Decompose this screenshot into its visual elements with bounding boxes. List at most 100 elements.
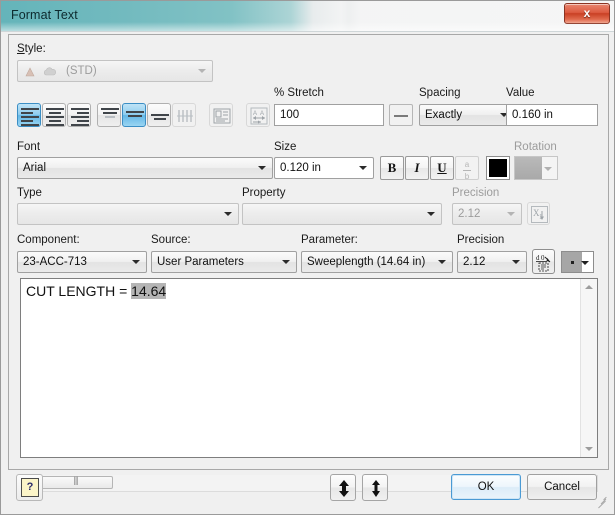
insert-parameter-button[interactable]: d 0: [532, 249, 555, 274]
align-middle-button[interactable]: [122, 103, 146, 127]
component-combo[interactable]: 23-ACC-713: [17, 251, 147, 273]
chevron-down-icon: [427, 212, 435, 216]
chevron-down-icon: [507, 212, 515, 216]
chevron-down-icon: [282, 260, 290, 264]
chevron-down-icon: [224, 212, 232, 216]
stretch-button: A A: [246, 103, 270, 127]
parameter-label: Parameter:: [301, 234, 358, 246]
align-middle-icon: [126, 111, 144, 127]
style-combo[interactable]: (STD): [17, 60, 213, 82]
precision-lower-value: 2.12: [463, 256, 486, 268]
precision-lower-combo[interactable]: 2.12: [457, 251, 527, 273]
align-left-button[interactable]: [17, 103, 41, 127]
text-frame-icon: [213, 108, 231, 124]
editor-text-selected: 14.64: [131, 283, 167, 299]
stack-fraction-button: a b: [455, 156, 479, 181]
spacing-label: Spacing: [419, 87, 461, 99]
text-color-button[interactable]: [486, 156, 510, 180]
precision-insert-button: X 1: [527, 202, 550, 225]
chevron-down-icon: [512, 260, 520, 264]
precision-upper-label: Precision: [452, 187, 500, 199]
move-down-button[interactable]: [362, 474, 388, 501]
stretch-input[interactable]: 100: [274, 104, 384, 126]
minus-icon: [394, 115, 408, 117]
bold-button[interactable]: B: [380, 156, 404, 180]
type-combo[interactable]: [17, 203, 239, 225]
align-left-icon: [21, 108, 39, 126]
align-center-icon: [46, 108, 64, 126]
style-value: (STD): [66, 65, 97, 77]
size-label: Size: [274, 141, 297, 153]
question-mark-icon: ?: [21, 478, 39, 497]
align-right-icon: [71, 108, 89, 126]
text-editor[interactable]: CUT LENGTH = 14.64: [20, 278, 598, 458]
ok-button[interactable]: OK: [451, 474, 521, 500]
italic-button[interactable]: I: [405, 156, 429, 180]
svg-text:0: 0: [541, 254, 545, 262]
property-combo[interactable]: [242, 203, 442, 225]
value-input[interactable]: 0.160 in: [506, 104, 598, 126]
parameter-value: Sweeplength (14.64 in): [307, 256, 426, 268]
size-value: 0.120 in: [280, 162, 321, 174]
spacing-separator-button[interactable]: [389, 104, 413, 126]
dialog-body: Style: (STD) A A % Stretch 100 Spacing E…: [8, 34, 609, 492]
insert-symbol-icon: X 1: [531, 206, 548, 223]
style-triangle-icon: [25, 67, 35, 77]
component-value: 23-ACC-713: [23, 256, 87, 268]
source-label: Source:: [151, 234, 191, 246]
scroll-up-arrow-icon[interactable]: [581, 279, 597, 295]
precision-upper-value: 2.12: [458, 208, 481, 220]
scroll-down-arrow-icon[interactable]: [581, 441, 597, 457]
resize-grip[interactable]: [594, 494, 607, 509]
source-value: User Parameters: [157, 256, 244, 268]
align-top-icon: [101, 108, 119, 124]
align-bottom-button[interactable]: [147, 103, 171, 127]
align-top-button[interactable]: [97, 103, 121, 127]
font-label: Font: [17, 141, 41, 153]
stretch-arrows-icon: A A: [250, 107, 268, 125]
distribute-icon: [177, 110, 193, 122]
chevron-down-icon: [132, 260, 140, 264]
chevron-down-icon: [581, 261, 589, 265]
chevron-down-icon: [198, 69, 206, 73]
insert-dimension-icon: d 0: [536, 254, 551, 272]
size-combo[interactable]: 0.120 in: [274, 157, 374, 179]
cancel-button[interactable]: Cancel: [527, 474, 597, 500]
chevron-down-icon: [359, 166, 367, 170]
align-right-button[interactable]: [67, 103, 91, 127]
help-button[interactable]: ?: [16, 474, 43, 501]
type-label: Type: [17, 187, 42, 199]
text-wrap-button: [209, 103, 233, 127]
move-up-button[interactable]: [330, 474, 356, 501]
rotation-preview: [515, 157, 542, 179]
stretch-label: % Stretch: [274, 87, 324, 99]
close-button[interactable]: x: [564, 3, 610, 24]
rotation-combo: [514, 156, 558, 180]
chevron-down-icon: [544, 167, 552, 171]
symbol-dot-icon: [571, 261, 574, 264]
font-value: Arial: [23, 162, 47, 174]
underline-button[interactable]: U: [430, 156, 454, 180]
property-label: Property: [242, 187, 286, 199]
chevron-down-icon: [258, 166, 266, 170]
value-label: Value: [506, 87, 535, 99]
editor-text: CUT LENGTH = 14.64: [26, 283, 167, 299]
format-text-dialog: Format Text x Style: (STD) A A % Stretch…: [0, 0, 615, 515]
stack-numerator: a: [463, 160, 471, 171]
font-combo[interactable]: Arial: [17, 157, 273, 179]
editor-text-before: CUT LENGTH =: [26, 283, 132, 299]
color-swatch-fill: [489, 159, 507, 177]
editor-vscrollbar[interactable]: [580, 279, 597, 457]
distribute-button: [172, 103, 196, 127]
spacing-combo[interactable]: Exactly: [419, 104, 515, 126]
symbol-dropdown[interactable]: [561, 251, 594, 273]
dialog-footer: ? OK Cancel: [8, 470, 609, 509]
svg-text:A: A: [253, 111, 257, 117]
style-cloud-icon: [43, 67, 57, 76]
parameter-combo[interactable]: Sweeplength (14.64 in): [301, 251, 453, 273]
title-bar[interactable]: Format Text x: [1, 1, 614, 32]
source-combo[interactable]: User Parameters: [151, 251, 297, 273]
svg-text:d: d: [536, 254, 540, 262]
align-center-button[interactable]: [42, 103, 66, 127]
rotation-label: Rotation: [514, 141, 557, 153]
